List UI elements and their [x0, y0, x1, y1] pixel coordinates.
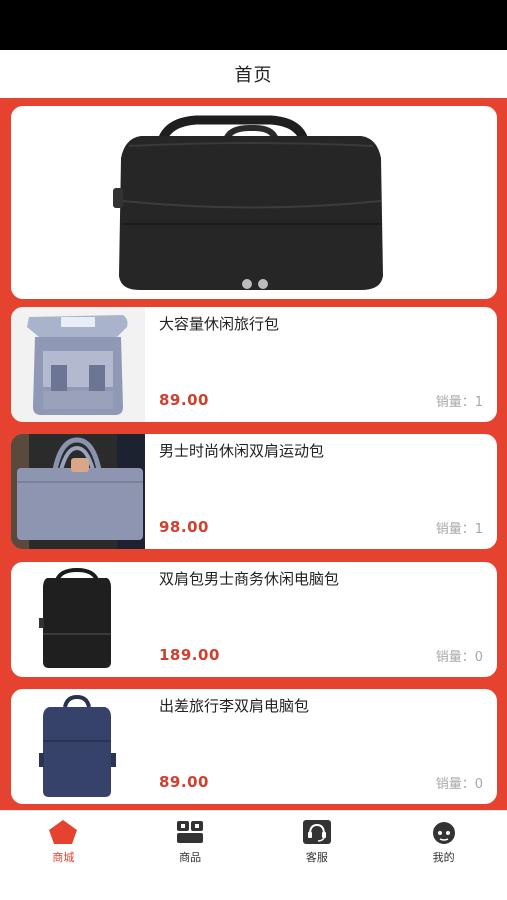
product-card[interactable]: 出差旅行李双肩电脑包 89.00 销量：0: [11, 689, 497, 804]
product-sales: 销量：0: [436, 646, 483, 665]
sales-count: 1: [474, 522, 483, 537]
shop-icon: [49, 820, 78, 844]
tab-shop[interactable]: 商城: [0, 811, 127, 900]
product-thumbnail: [11, 562, 145, 677]
sales-label: 销量：: [435, 395, 475, 410]
goods-icon: [177, 821, 204, 843]
tab-bar: 商城 商品 客服 我的: [0, 810, 507, 900]
headset-icon: [302, 820, 331, 844]
product-name: 大容量休闲旅行包: [159, 315, 280, 333]
tab-label: 客服: [305, 851, 328, 864]
product-sales: 销量：1: [436, 391, 483, 410]
tab-profile[interactable]: 我的: [380, 811, 507, 900]
status-bar: [0, 0, 507, 50]
page-title: 首页: [234, 65, 273, 86]
tab-label: 商品: [179, 851, 202, 864]
sales-label: 销量：: [435, 650, 475, 665]
sales-count: 0: [474, 777, 483, 792]
sales-label: 销量：: [435, 522, 475, 537]
profile-icon: [432, 822, 455, 844]
product-thumbnail: [11, 307, 145, 422]
tab-label: 商城: [52, 851, 75, 864]
product-card[interactable]: 男士时尚休闲双肩运动包 98.00 销量：1: [11, 434, 497, 549]
product-card[interactable]: 大容量休闲旅行包 89.00 销量：1: [11, 307, 497, 422]
product-card[interactable]: 双肩包男士商务休闲电脑包 189.00 销量：0: [11, 562, 497, 677]
product-name: 男士时尚休闲双肩运动包: [159, 442, 325, 460]
sales-label: 销量：: [435, 777, 475, 792]
product-price: 98.00: [159, 518, 209, 536]
tab-goods[interactable]: 商品: [127, 811, 254, 900]
content-area[interactable]: 大容量休闲旅行包 89.00 销量：1 男士时尚休闲双肩运动包 98.00 销量…: [0, 98, 507, 810]
tab-label: 我的: [432, 851, 455, 864]
product-name: 双肩包男士商务休闲电脑包: [159, 570, 340, 588]
product-price: 89.00: [159, 773, 209, 791]
product-thumbnail: [11, 434, 145, 549]
nav-bar: 首页: [0, 50, 507, 98]
tab-service[interactable]: 客服: [254, 811, 381, 900]
product-sales: 销量：1: [436, 518, 483, 537]
sales-count: 0: [474, 650, 483, 665]
product-thumbnail: [11, 689, 145, 804]
product-sales: 销量：0: [436, 773, 483, 792]
product-name: 出差旅行李双肩电脑包: [159, 697, 310, 715]
banner[interactable]: [11, 106, 497, 299]
sales-count: 1: [474, 395, 483, 410]
product-price: 189.00: [159, 646, 220, 664]
product-price: 89.00: [159, 391, 209, 409]
banner-image: [11, 106, 497, 299]
